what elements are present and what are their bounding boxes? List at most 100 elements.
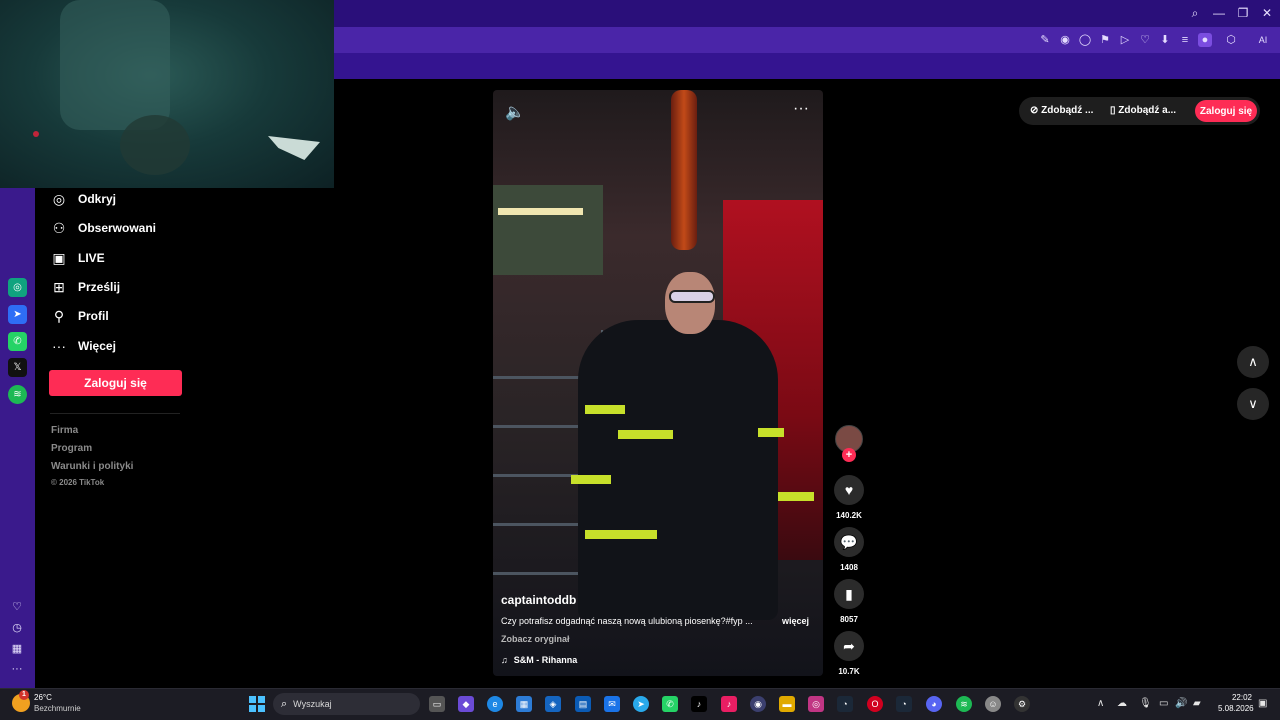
person-icon: ⚲ xyxy=(53,308,65,324)
profile-icon[interactable]: ● xyxy=(1198,33,1212,47)
restore-button[interactable]: ❐ xyxy=(1235,5,1251,21)
video-bg-hose xyxy=(671,90,697,250)
messenger-icon[interactable]: ➤ xyxy=(8,305,27,324)
search-placeholder: Wyszukaj xyxy=(293,699,332,709)
mail-icon[interactable]: ✉ xyxy=(604,696,620,712)
comment-count: 1408 xyxy=(840,563,858,572)
login-button-top[interactable]: Zaloguj się xyxy=(1195,100,1257,122)
reflective-stripe xyxy=(778,492,814,501)
nav-live[interactable]: ▣ LIVE xyxy=(48,246,208,270)
notifications-icon[interactable]: ▣ xyxy=(1258,698,1267,709)
mic-icon[interactable]: 🎙 xyxy=(1139,698,1152,709)
spotify-icon[interactable]: ≋ xyxy=(956,696,972,712)
chatgpt-icon[interactable]: ◎ xyxy=(8,278,27,297)
tray-chevron-icon[interactable]: ∧ xyxy=(1097,698,1104,709)
nav-more[interactable]: ··· Więcej xyxy=(48,334,208,358)
battery-icon[interactable]: ▰ xyxy=(1193,698,1201,709)
nav-discover[interactable]: ◎ Odkryj xyxy=(48,187,208,211)
reflective-stripe xyxy=(585,530,657,539)
ai-icon[interactable]: AI xyxy=(1252,33,1274,47)
steam-icon[interactable]: ◔ xyxy=(837,696,853,712)
more-icon[interactable]: ··· xyxy=(10,663,24,675)
whatsapp-icon[interactable]: ✆ xyxy=(8,332,27,351)
monitor-icon[interactable]: ▭ xyxy=(1159,698,1168,709)
music-track[interactable]: ♫ S&M - Rihanna xyxy=(501,655,577,665)
instagram-icon[interactable]: ◎ xyxy=(808,696,824,712)
spotify-icon[interactable]: ≋ xyxy=(8,385,27,404)
x-icon[interactable]: 𝕏 xyxy=(8,358,27,377)
save-button[interactable]: ▮ xyxy=(834,579,864,609)
download-icon[interactable]: ⬇ xyxy=(1158,33,1172,47)
nav-label: Prześlij xyxy=(78,280,121,294)
clock-icon[interactable]: ◷ xyxy=(10,621,24,634)
close-button[interactable]: ✕ xyxy=(1259,5,1275,21)
menu-icon[interactable]: ≡ xyxy=(1178,33,1192,47)
share-count: 10.7K xyxy=(838,667,860,676)
app-icon[interactable]: ▤ xyxy=(575,696,591,712)
tiktok-studio-icon[interactable]: ♪ xyxy=(721,696,737,712)
get-app-link[interactable]: ▯ Zdobądź a... xyxy=(1110,105,1176,116)
comment-button[interactable]: 💬 xyxy=(834,527,864,557)
heart-icon[interactable]: ♡ xyxy=(1138,33,1152,47)
see-original-link[interactable]: Zobacz oryginał xyxy=(501,634,570,644)
tray-app-icon[interactable]: ☁ xyxy=(1117,698,1127,709)
shield-icon[interactable]: ◯ xyxy=(1078,33,1092,47)
nav-upload[interactable]: ⊞ Prześlij xyxy=(48,275,208,299)
login-button[interactable]: Zaloguj się xyxy=(49,370,182,396)
extensions-icon[interactable]: ⬡ xyxy=(1224,33,1238,47)
footer-link-company[interactable]: Firma xyxy=(51,425,78,436)
store-icon[interactable]: ▦ xyxy=(516,696,532,712)
video-username[interactable]: captaintoddb xyxy=(501,593,576,607)
search-icon[interactable]: ⌕ xyxy=(1187,5,1203,21)
get-coins-link[interactable]: ⊘ Zdobądź ... xyxy=(1030,105,1093,116)
edit-icon[interactable]: ✎ xyxy=(1038,33,1052,47)
discord-icon[interactable]: ◕ xyxy=(926,696,942,712)
telegram-icon[interactable]: ➤ xyxy=(633,696,649,712)
edge-icon[interactable]: e xyxy=(487,696,503,712)
nav-following[interactable]: ⚇ Obserwowani xyxy=(48,216,208,240)
follow-plus-icon[interactable]: + xyxy=(842,448,856,462)
more-dots-icon: ··· xyxy=(52,338,66,354)
video-player[interactable]: 🔈 ··· captaintoddb Czy potrafisz odgadną… xyxy=(493,90,823,676)
footer-link-terms[interactable]: Warunki i polityki xyxy=(51,461,133,472)
vpn-icon[interactable]: ⚑ xyxy=(1098,33,1112,47)
app-avatar-icon[interactable]: ☺ xyxy=(985,696,1001,712)
camera-icon[interactable]: ◉ xyxy=(1058,33,1072,47)
nav-profile[interactable]: ⚲ Profil xyxy=(48,304,208,328)
video-bg-wall xyxy=(493,185,603,275)
webcam-red-light xyxy=(33,131,39,137)
tiktok-icon[interactable]: ♪ xyxy=(691,696,707,712)
more-link[interactable]: więcej xyxy=(782,616,809,626)
task-view-icon[interactable]: ▭ xyxy=(429,696,445,712)
speaker-icon[interactable]: 🔊 xyxy=(1175,698,1187,709)
taskbar-clock[interactable]: 22:02 5.08.2026 xyxy=(1218,693,1254,713)
opera-icon[interactable]: O xyxy=(867,696,883,712)
folder-icon[interactable]: ▬ xyxy=(779,696,795,712)
webcam-figure xyxy=(60,0,170,130)
dropbox-icon[interactable]: ◈ xyxy=(545,696,561,712)
browser-titlebar xyxy=(334,0,1280,27)
taskbar-search[interactable]: ⌕ Wyszukaj xyxy=(273,693,420,715)
nav-label: LIVE xyxy=(78,251,105,265)
steam2-icon[interactable]: ◔ xyxy=(896,696,912,712)
obs-icon[interactable]: ◉ xyxy=(750,696,766,712)
minimize-button[interactable]: — xyxy=(1211,5,1227,21)
video-menu-icon[interactable]: ··· xyxy=(793,100,809,118)
volume-icon[interactable]: 🔈 xyxy=(505,102,525,122)
webcam-lamp xyxy=(268,136,320,160)
clock-date: 5.08.2026 xyxy=(1218,704,1254,713)
share-button[interactable]: ➦ xyxy=(834,631,864,661)
footer-link-program[interactable]: Program xyxy=(51,443,92,454)
like-button[interactable]: ♥ xyxy=(834,475,864,505)
whatsapp-icon[interactable]: ✆ xyxy=(662,696,678,712)
live-tv-icon: ▣ xyxy=(52,250,66,266)
webcam-face xyxy=(120,115,190,175)
start-button[interactable] xyxy=(249,696,265,712)
settings-icon[interactable]: ⚙ xyxy=(1014,696,1030,712)
heart-icon[interactable]: ♡ xyxy=(10,600,24,613)
play-icon[interactable]: ▷ xyxy=(1118,33,1132,47)
box-icon[interactable]: ▦ xyxy=(10,642,24,655)
chevron-up-icon[interactable]: ∧ xyxy=(1237,346,1269,378)
chevron-down-icon[interactable]: ∨ xyxy=(1237,388,1269,420)
copilot-icon[interactable]: ◆ xyxy=(458,696,474,712)
